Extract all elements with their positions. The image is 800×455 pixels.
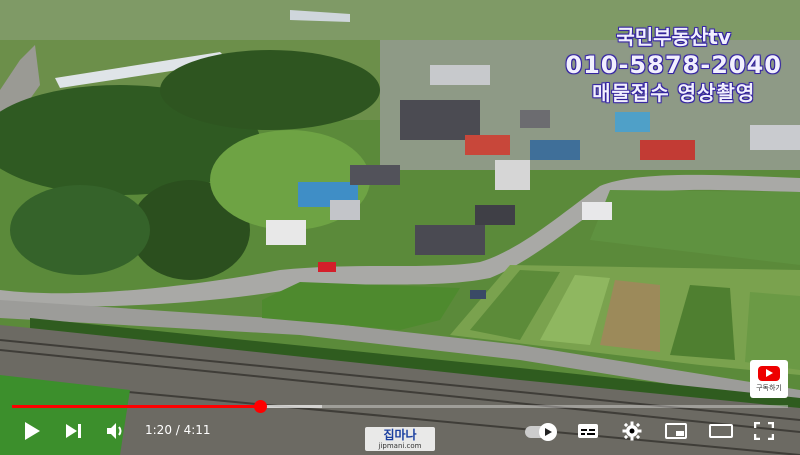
theater-icon <box>709 424 733 438</box>
house-roof <box>615 112 650 132</box>
overlay-channel-name: 국민부동산tv <box>616 25 731 49</box>
house-roof <box>400 100 480 140</box>
play-icon <box>25 422 40 440</box>
youtube-logo-icon <box>758 365 780 381</box>
house-roof <box>430 65 490 85</box>
captions-icon <box>578 424 598 438</box>
settings-button[interactable] <box>620 420 644 442</box>
house-roof <box>750 125 800 150</box>
progress-played <box>12 405 260 408</box>
fullscreen-button[interactable] <box>752 420 776 442</box>
progress-bar[interactable] <box>12 400 788 413</box>
container <box>582 202 612 220</box>
next-icon <box>66 424 81 438</box>
car <box>470 290 486 299</box>
house <box>266 220 306 245</box>
autoplay-toggle[interactable] <box>525 423 557 441</box>
house-roof <box>520 110 550 128</box>
forest <box>160 50 380 130</box>
house-roof <box>465 135 510 155</box>
house-roof <box>415 225 485 255</box>
player-controls: 1:20 / 4:11 <box>0 412 800 450</box>
subscribe-label: 구독하기 <box>756 383 782 392</box>
volume-icon <box>107 423 122 439</box>
house-roof <box>330 200 360 220</box>
overlay-phone: 010-5878-2040 <box>565 51 782 79</box>
house-roof <box>530 140 580 160</box>
overlay-service: 매물접수 영상촬영 <box>592 81 756 105</box>
subscribe-button[interactable]: 구독하기 <box>750 360 788 398</box>
time-display: 1:20 / 4:11 <box>145 423 211 437</box>
channel-overlay: 국민부동산tv 010-5878-2040 매물접수 영상촬영 <box>565 24 782 106</box>
crop-rows <box>745 292 800 370</box>
theater-button[interactable] <box>708 420 734 442</box>
house-roof <box>350 165 400 185</box>
house-roof <box>475 205 515 225</box>
miniplayer-icon <box>665 423 687 439</box>
video-player[interactable]: 국민부동산tv 010-5878-2040 매물접수 영상촬영 구독하기 집마나… <box>0 0 800 455</box>
miniplayer-button[interactable] <box>664 420 688 442</box>
autoplay-knob <box>539 423 557 441</box>
fullscreen-icon <box>754 422 774 440</box>
house <box>495 160 530 190</box>
red-car <box>318 262 336 272</box>
next-button[interactable] <box>62 420 86 442</box>
play-button[interactable] <box>20 420 44 442</box>
captions-button[interactable] <box>576 420 600 442</box>
autoplay-play-icon <box>545 428 552 436</box>
volume-button[interactable] <box>104 420 128 442</box>
forest <box>10 185 150 275</box>
gear-icon <box>622 421 642 441</box>
house-roof <box>640 140 695 160</box>
